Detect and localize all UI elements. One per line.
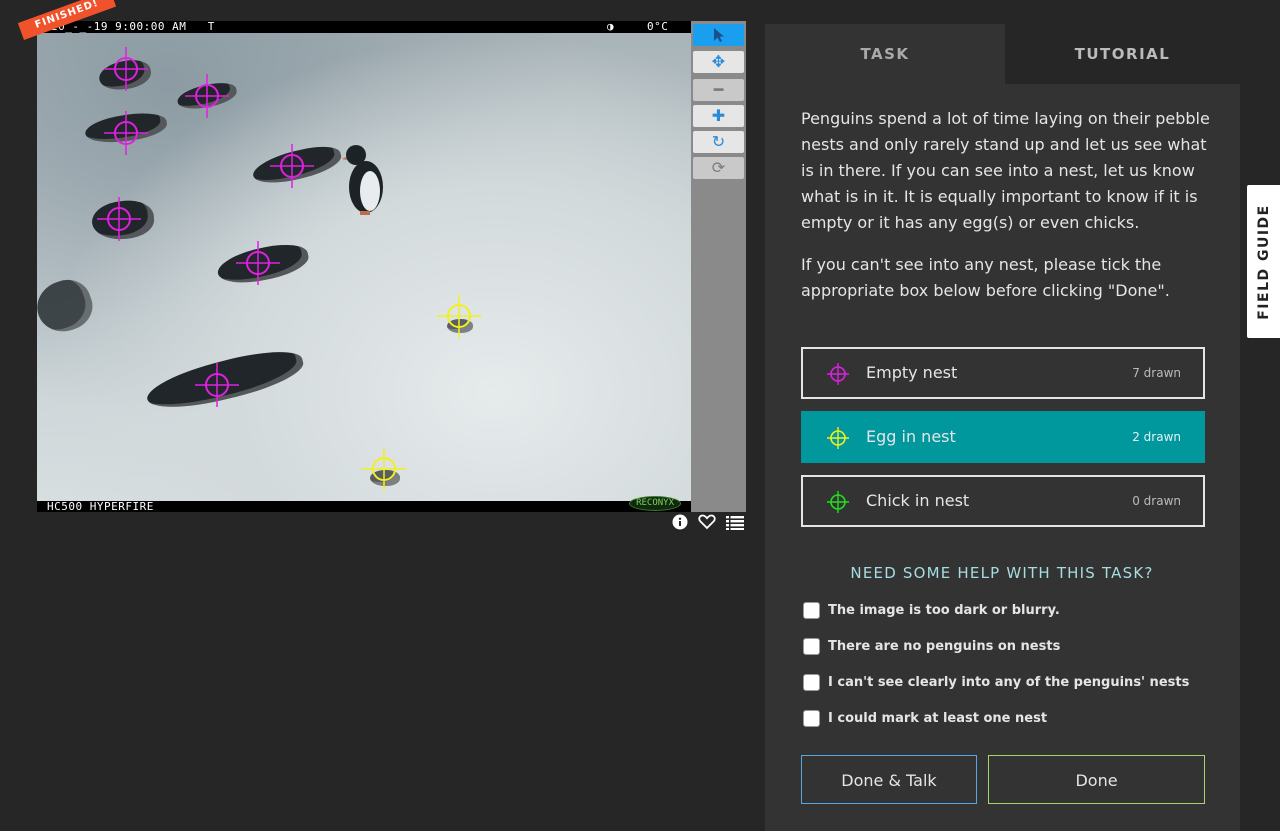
empty-nest-mark[interactable]: [195, 363, 239, 407]
task-instructions: Penguins spend a lot of time laying on t…: [801, 106, 1211, 320]
choice-count: 0 drawn: [1132, 494, 1181, 508]
choice-chick-in-nest[interactable]: Chick in nest 0 drawn: [801, 475, 1205, 527]
camera-footer-bar: HC500 HYPERFIRE RECONYX: [37, 496, 691, 512]
info-icon[interactable]: [672, 514, 688, 534]
choice-count: 2 drawn: [1132, 430, 1181, 444]
crosshair-icon: [827, 363, 849, 385]
zoom-out-icon: ━: [713, 80, 724, 99]
heart-icon[interactable]: [698, 514, 716, 534]
empty-nest-mark[interactable]: [97, 197, 141, 241]
egg-in-nest-mark[interactable]: [437, 294, 481, 338]
field-guide-label: FIELD GUIDE: [1255, 203, 1272, 320]
choice-empty-nest[interactable]: Empty nest 7 drawn: [801, 347, 1205, 399]
empty-nest-mark[interactable]: [104, 47, 148, 91]
subject-actions: [670, 514, 748, 534]
empty-nest-mark[interactable]: [270, 144, 314, 188]
rotate-button[interactable]: ↻: [693, 131, 744, 153]
task-panel: TASK TUTORIAL Penguins spend a lot of ti…: [765, 24, 1240, 831]
instruction-paragraph: If you can't see into any nest, please t…: [801, 255, 1170, 300]
checkbox[interactable]: [803, 602, 820, 619]
empty-nest-mark[interactable]: [236, 241, 280, 285]
choice-count: 7 drawn: [1132, 366, 1181, 380]
pointer-icon: [713, 28, 724, 42]
camera-timestamp: 20_-_-19 9:00:00 AM T: [51, 21, 215, 33]
tab-task[interactable]: TASK: [765, 24, 1005, 84]
tab-tutorial[interactable]: TUTORIAL: [1005, 24, 1240, 84]
choice-label: Egg in nest: [866, 427, 956, 446]
subject-image[interactable]: [37, 33, 691, 512]
checkbox[interactable]: [803, 674, 820, 691]
choice-egg-in-nest[interactable]: Egg in nest 2 drawn: [801, 411, 1205, 463]
camera-temperature: 0°C: [647, 21, 669, 33]
camera-model: HC500 HYPERFIRE: [47, 500, 154, 512]
choice-label: Chick in nest: [866, 491, 970, 510]
done-button[interactable]: Done: [988, 755, 1205, 804]
move-icon: ✥: [711, 52, 726, 71]
field-guide-tab[interactable]: FIELD GUIDE: [1247, 185, 1280, 338]
instruction-paragraph: Penguins spend a lot of time laying on t…: [801, 109, 1210, 232]
empty-nest-mark[interactable]: [185, 74, 229, 118]
standing-penguin: [342, 145, 383, 215]
checkbox-label[interactable]: I could mark at least one nest: [828, 711, 1047, 726]
egg-in-nest-mark[interactable]: [362, 447, 406, 491]
moon-phase-icon: ◑: [607, 21, 615, 33]
penguin: [37, 273, 99, 339]
zoom-out-button[interactable]: ━: [693, 79, 744, 101]
collections-icon[interactable]: [726, 514, 744, 534]
zoom-in-icon: ✚: [711, 106, 726, 125]
pointer-tool-button[interactable]: [693, 24, 744, 46]
move-tool-button[interactable]: ✥: [693, 51, 744, 73]
checkbox[interactable]: [803, 638, 820, 655]
task-tabs: TASK TUTORIAL: [765, 24, 1240, 84]
zoom-in-button[interactable]: ✚: [693, 105, 744, 127]
image-toolbar: ✥ ━ ✚ ↻ ⟳: [691, 21, 746, 512]
crosshair-icon: [827, 427, 849, 449]
choice-label: Empty nest: [866, 363, 958, 382]
checkbox-label[interactable]: The image is too dark or blurry.: [828, 603, 1060, 618]
checkbox-label[interactable]: I can't see clearly into any of the peng…: [828, 675, 1189, 690]
crosshair-icon: [827, 491, 849, 513]
camera-info-bar: 20_-_-19 9:00:00 AM T ◑ 0°C: [37, 21, 691, 33]
subject-viewer[interactable]: 20_-_-19 9:00:00 AM T ◑ 0°C HC500 HYPERF…: [37, 21, 691, 512]
empty-nest-mark[interactable]: [104, 111, 148, 155]
done-and-talk-button[interactable]: Done & Talk: [801, 755, 977, 804]
reset-button[interactable]: ⟳: [693, 157, 744, 179]
help-title: NEED SOME HELP WITH THIS TASK?: [850, 564, 1154, 582]
rotate-icon: ↻: [711, 132, 726, 151]
reset-icon: ⟳: [711, 158, 726, 177]
checkbox[interactable]: [803, 710, 820, 727]
camera-brand-logo: RECONYX: [629, 496, 681, 511]
checkbox-label[interactable]: There are no penguins on nests: [828, 639, 1060, 654]
